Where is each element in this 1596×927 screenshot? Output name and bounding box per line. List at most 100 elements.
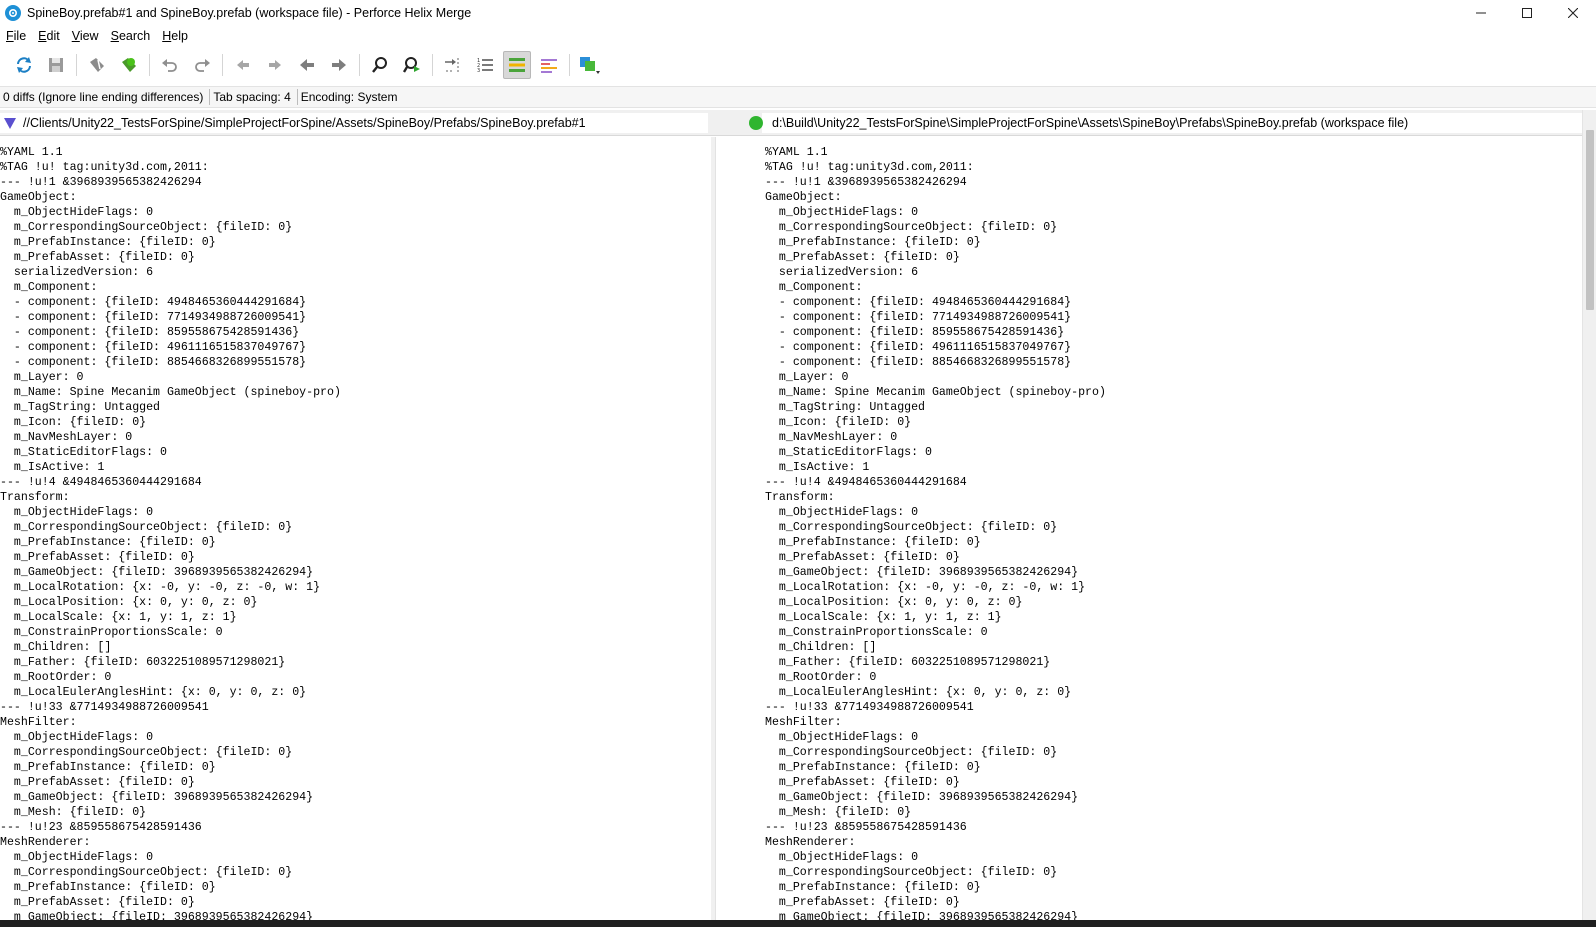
code-line[interactable]: m_ObjectHideFlags: 0	[765, 205, 1582, 220]
code-line[interactable]: m_RootOrder: 0	[765, 670, 1582, 685]
code-line[interactable]: m_Mesh: {fileID: 0}	[765, 805, 1582, 820]
code-line[interactable]: m_PrefabAsset: {fileID: 0}	[765, 250, 1582, 265]
find-next-button[interactable]	[398, 51, 426, 79]
prev-arrow-button[interactable]	[293, 51, 321, 79]
redo-button[interactable]	[188, 51, 216, 79]
code-line[interactable]: --- !u!23 &859558675428591436	[765, 820, 1582, 835]
right-code-content[interactable]: %YAML 1.1 %TAG !u! tag:unity3d.com,2011: -…	[765, 137, 1582, 920]
code-line[interactable]: - component: {fileID: 496111651583704976…	[765, 340, 1582, 355]
code-line[interactable]: m_CorrespondingSourceObject: {fileID: 0}	[765, 520, 1582, 535]
code-line[interactable]: m_LocalScale: {x: 1, y: 1, z: 1}	[765, 610, 1582, 625]
code-line[interactable]: m_PrefabAsset: {fileID: 0}	[0, 775, 711, 790]
code-line[interactable]: MeshRenderer:	[765, 835, 1582, 850]
code-line[interactable]: m_CorrespondingSourceObject: {fileID: 0}	[765, 220, 1582, 235]
code-line[interactable]: MeshRenderer:	[0, 835, 711, 850]
code-line[interactable]: m_RootOrder: 0	[0, 670, 711, 685]
code-line[interactable]: m_PrefabInstance: {fileID: 0}	[765, 535, 1582, 550]
code-line[interactable]: %YAML 1.1	[765, 145, 1582, 160]
code-line[interactable]: m_ObjectHideFlags: 0	[0, 505, 711, 520]
scrollbar-thumb[interactable]	[1586, 130, 1594, 310]
undo-button[interactable]	[156, 51, 184, 79]
code-line[interactable]: --- !u!4 &4948465360444291684	[0, 475, 711, 490]
compare-mode-button[interactable]	[576, 51, 604, 79]
code-line[interactable]: m_Component:	[0, 280, 711, 295]
code-line[interactable]: m_ObjectHideFlags: 0	[765, 505, 1582, 520]
next-arrow-button[interactable]	[325, 51, 353, 79]
code-line[interactable]: m_GameObject: {fileID: 39689395653824262…	[765, 910, 1582, 920]
code-line[interactable]: GameObject:	[0, 190, 711, 205]
save-button[interactable]	[42, 51, 70, 79]
code-line[interactable]: - component: {fileID: 494846536044429168…	[0, 295, 711, 310]
code-line[interactable]: m_CorrespondingSourceObject: {fileID: 0}	[0, 520, 711, 535]
code-line[interactable]: - component: {fileID: 885466832689955157…	[765, 355, 1582, 370]
code-line[interactable]: Transform:	[0, 490, 711, 505]
left-code-content[interactable]: %YAML 1.1 %TAG !u! tag:unity3d.com,2011: -…	[0, 137, 711, 920]
code-line[interactable]: m_CorrespondingSourceObject: {fileID: 0}	[765, 865, 1582, 880]
next-diff-button[interactable]	[261, 51, 289, 79]
code-line[interactable]: m_GameObject: {fileID: 39689395653824262…	[0, 565, 711, 580]
code-line[interactable]: --- !u!33 &7714934988726009541	[0, 700, 711, 715]
minimize-button[interactable]	[1458, 0, 1504, 25]
code-line[interactable]: - component: {fileID: 859558675428591436…	[0, 325, 711, 340]
menu-view[interactable]: View	[68, 29, 103, 43]
code-line[interactable]: m_TagString: Untagged	[0, 400, 711, 415]
code-line[interactable]: m_ConstrainProportionsScale: 0	[765, 625, 1582, 640]
code-line[interactable]: - component: {fileID: 771493498872600954…	[765, 310, 1582, 325]
code-line[interactable]: m_LocalEulerAnglesHint: {x: 0, y: 0, z: …	[765, 685, 1582, 700]
code-line[interactable]: GameObject:	[765, 190, 1582, 205]
code-line[interactable]: m_IsActive: 1	[765, 460, 1582, 475]
code-line[interactable]: m_LocalPosition: {x: 0, y: 0, z: 0}	[0, 595, 711, 610]
line-numbers-button[interactable]: 123	[471, 51, 499, 79]
code-line[interactable]: MeshFilter:	[765, 715, 1582, 730]
accept-button[interactable]	[115, 51, 143, 79]
code-line[interactable]: - component: {fileID: 885466832689955157…	[0, 355, 711, 370]
code-line[interactable]: m_ObjectHideFlags: 0	[765, 730, 1582, 745]
code-line[interactable]: m_TagString: Untagged	[765, 400, 1582, 415]
code-line[interactable]: m_ConstrainProportionsScale: 0	[0, 625, 711, 640]
code-line[interactable]: --- !u!33 &7714934988726009541	[765, 700, 1582, 715]
code-line[interactable]: m_CorrespondingSourceObject: {fileID: 0}	[0, 865, 711, 880]
code-line[interactable]: - component: {fileID: 859558675428591436…	[765, 325, 1582, 340]
code-line[interactable]: - component: {fileID: 494846536044429168…	[765, 295, 1582, 310]
code-line[interactable]: m_StaticEditorFlags: 0	[765, 445, 1582, 460]
menu-edit[interactable]: Edit	[34, 29, 64, 43]
code-line[interactable]: %YAML 1.1	[0, 145, 711, 160]
refresh-button[interactable]	[10, 51, 38, 79]
vertical-scrollbar[interactable]	[1582, 110, 1596, 920]
code-line[interactable]: m_GameObject: {fileID: 39689395653824262…	[765, 790, 1582, 805]
code-line[interactable]: --- !u!23 &859558675428591436	[0, 820, 711, 835]
code-line[interactable]: m_LocalRotation: {x: -0, y: -0, z: -0, w…	[765, 580, 1582, 595]
code-line[interactable]: m_Layer: 0	[765, 370, 1582, 385]
code-line[interactable]: Transform:	[765, 490, 1582, 505]
code-line[interactable]: m_GameObject: {fileID: 39689395653824262…	[0, 910, 711, 920]
code-line[interactable]: m_PrefabAsset: {fileID: 0}	[765, 550, 1582, 565]
code-line[interactable]: m_LocalRotation: {x: -0, y: -0, z: -0, w…	[0, 580, 711, 595]
code-line[interactable]: m_ObjectHideFlags: 0	[0, 205, 711, 220]
code-line[interactable]: --- !u!1 &3968939565382426294	[765, 175, 1582, 190]
right-file-pane[interactable]: %YAML 1.1 %TAG !u! tag:unity3d.com,2011: -…	[765, 137, 1582, 920]
code-line[interactable]: m_NavMeshLayer: 0	[0, 430, 711, 445]
code-line[interactable]: m_PrefabInstance: {fileID: 0}	[765, 880, 1582, 895]
find-button[interactable]	[366, 51, 394, 79]
mark-button[interactable]	[83, 51, 111, 79]
code-line[interactable]: m_PrefabInstance: {fileID: 0}	[765, 235, 1582, 250]
tab-spacing-status[interactable]: Tab spacing: 4	[210, 89, 298, 105]
gutter-splitter[interactable]	[711, 137, 716, 920]
code-line[interactable]: m_Layer: 0	[0, 370, 711, 385]
code-line[interactable]: m_Father: {fileID: 6032251089571298021}	[765, 655, 1582, 670]
right-file-path-field[interactable]: d:\Build\Unity22_TestsForSpine\SimplePro…	[749, 113, 1582, 133]
code-line[interactable]: m_ObjectHideFlags: 0	[0, 850, 711, 865]
code-line[interactable]: m_PrefabInstance: {fileID: 0}	[0, 880, 711, 895]
code-line[interactable]: serializedVersion: 6	[0, 265, 711, 280]
left-file-path-field[interactable]: //Clients/Unity22_TestsForSpine/SimplePr…	[0, 113, 708, 133]
code-line[interactable]: --- !u!4 &4948465360444291684	[765, 475, 1582, 490]
code-line[interactable]: m_CorrespondingSourceObject: {fileID: 0}	[0, 220, 711, 235]
code-line[interactable]: m_IsActive: 1	[0, 460, 711, 475]
code-line[interactable]: m_GameObject: {fileID: 39689395653824262…	[0, 790, 711, 805]
goto-line-button[interactable]	[439, 51, 467, 79]
maximize-button[interactable]	[1504, 0, 1550, 25]
code-line[interactable]: m_PrefabInstance: {fileID: 0}	[0, 760, 711, 775]
code-line[interactable]: m_Mesh: {fileID: 0}	[0, 805, 711, 820]
code-line[interactable]: m_Children: []	[0, 640, 711, 655]
code-line[interactable]: - component: {fileID: 771493498872600954…	[0, 310, 711, 325]
